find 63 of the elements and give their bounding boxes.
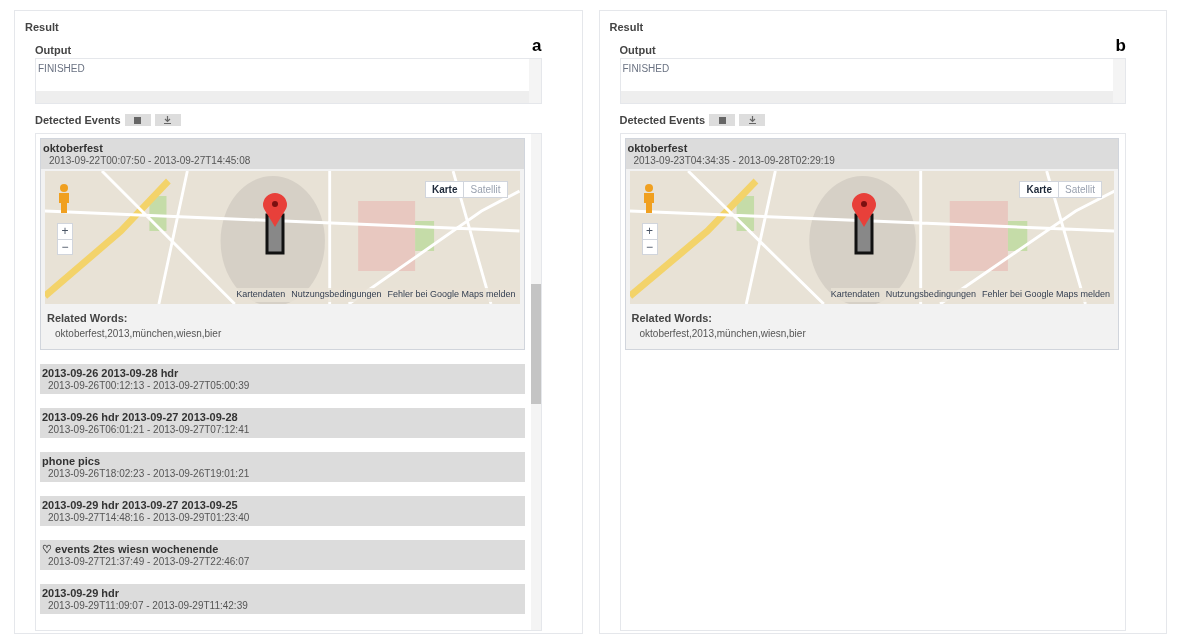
output-label: Output	[619, 42, 656, 58]
event-time-range: 2013-09-26T18:02:23 - 2013-09-26T19:01:21	[47, 468, 251, 480]
event-header[interactable]: 2013-09-29 hdr 2013-09-27 2013-09-25 2013-09-27T14:48:16 - 2013-09-29T01:23:40	[40, 496, 525, 526]
event-title: phone pics	[42, 455, 102, 468]
event-title: oktoberfest	[43, 141, 104, 155]
zoom-out-button[interactable]: −	[642, 238, 657, 254]
map-view[interactable]: + − Karte Satellit Kartendaten Nutzungsbedingungen Fehler bei Google Maps melden	[629, 170, 1114, 304]
zoom-in-button[interactable]: +	[58, 223, 72, 239]
map-footer-link[interactable]: Kartendaten	[236, 288, 286, 302]
stop-button[interactable]	[124, 114, 151, 127]
event-time-range: 2013-09-27T14:48:16 - 2013-09-29T01:23:40	[47, 512, 251, 524]
map-footer-link[interactable]: Nutzungsbedingungen	[291, 288, 382, 302]
download-icon	[164, 116, 172, 125]
event-time-range: 2013-09-26T00:12:13 - 2013-09-27T05:00:39	[47, 380, 251, 392]
map-footer-link[interactable]: Nutzungsbedingungen	[885, 288, 976, 302]
related-words-label: Related Words:	[630, 310, 713, 326]
panel-label: b	[1115, 35, 1126, 57]
event-time-range: 2013-09-29T11:09:07 - 2013-09-29T11:42:39	[47, 600, 249, 612]
event-header[interactable]: oktoberfest 2013-09-22T00:07:50 - 2013-09-27T14:45:08	[41, 138, 524, 169]
output-field[interactable]: FINISHED	[619, 58, 1126, 104]
event-header[interactable]: phone pics 2013-09-26T18:02:23 - 2013-09-26T19:01:21	[40, 452, 525, 482]
related-words: oktoberfest,2013,münchen,wiesn,bier	[638, 327, 807, 341]
events-label: Detected Events	[619, 113, 706, 128]
event-title: 2013-09-29 hdr	[42, 587, 121, 600]
stop-button[interactable]	[709, 114, 736, 127]
panel-label: a	[532, 35, 542, 57]
map-footer-link[interactable]: Fehler bei Google Maps melden	[387, 288, 516, 302]
map-type-button[interactable]: Karte	[1020, 181, 1058, 197]
event-title: 2013-09-26 hdr 2013-09-27 2013-09-28	[42, 411, 239, 424]
map-footer-link[interactable]: Fehler bei Google Maps melden	[981, 288, 1110, 302]
map-marker-icon[interactable]	[263, 192, 288, 255]
map-marker-icon[interactable]	[852, 192, 877, 255]
output-field[interactable]: FINISHED	[35, 58, 542, 104]
event-header[interactable]: 2013-09-26 2013-09-28 hdr 2013-09-26T00:12:13 - 2013-09-27T05:00:39	[40, 364, 525, 394]
event-header[interactable]: ♡ events 2tes wiesn wochenende 2013-09-27T21:37:49 - 2013-09-27T22:46:07	[40, 540, 525, 570]
map-type-button[interactable]: Karte	[425, 181, 464, 197]
event-header[interactable]: 2013-09-29 hdr 2013-09-29T11:09:07 - 2013-09-29T11:42:39	[40, 584, 525, 614]
event-title: 2013-09-26 2013-09-28 hdr	[42, 367, 180, 380]
event-header[interactable]: 2013-09-26 hdr 2013-09-27 2013-09-28 2013-09-26T06:01:21 - 2013-09-27T07:12:41	[40, 408, 525, 438]
related-words: oktoberfest,2013,münchen,wiesn,bier	[54, 327, 223, 341]
event-title: oktoberfest	[627, 141, 689, 155]
download-icon	[748, 116, 756, 125]
square-icon	[718, 116, 726, 124]
events-label: Detected Events	[35, 113, 121, 128]
event-time-range: 2013-09-23T04:34:35 - 2013-09-28T02:29:19	[632, 154, 836, 167]
scrollbar[interactable]	[530, 133, 541, 630]
map-view[interactable]: + − Karte Satellit Kartendaten Nutzungsbedingungen Fehler bei Google Maps melden	[45, 170, 520, 304]
section-title: Result	[25, 20, 60, 35]
event-header[interactable]: oktoberfest 2013-09-23T04:34:35 - 2013-09-28T02:29:19	[625, 138, 1118, 169]
event-title: ♡ events 2tes wiesn wochenende	[42, 543, 220, 556]
download-button[interactable]	[739, 114, 766, 127]
event-time-range: 2013-09-26T06:01:21 - 2013-09-27T07:12:41	[47, 424, 251, 436]
zoom-out-button[interactable]: −	[58, 238, 72, 254]
event-time-range: 2013-09-27T21:37:49 - 2013-09-27T22:46:07	[47, 556, 251, 568]
related-words-label: Related Words:	[46, 310, 129, 326]
event-title: 2013-09-29 hdr 2013-09-27 2013-09-25	[42, 499, 239, 512]
section-title: Result	[609, 20, 645, 35]
zoom-in-button[interactable]: +	[642, 223, 657, 239]
square-icon	[134, 116, 142, 124]
output-label: Output	[35, 42, 72, 58]
event-time-range: 2013-09-22T00:07:50 - 2013-09-27T14:45:08	[48, 154, 252, 167]
download-button[interactable]	[154, 114, 181, 127]
map-footer-link[interactable]: Kartendaten	[830, 288, 880, 302]
